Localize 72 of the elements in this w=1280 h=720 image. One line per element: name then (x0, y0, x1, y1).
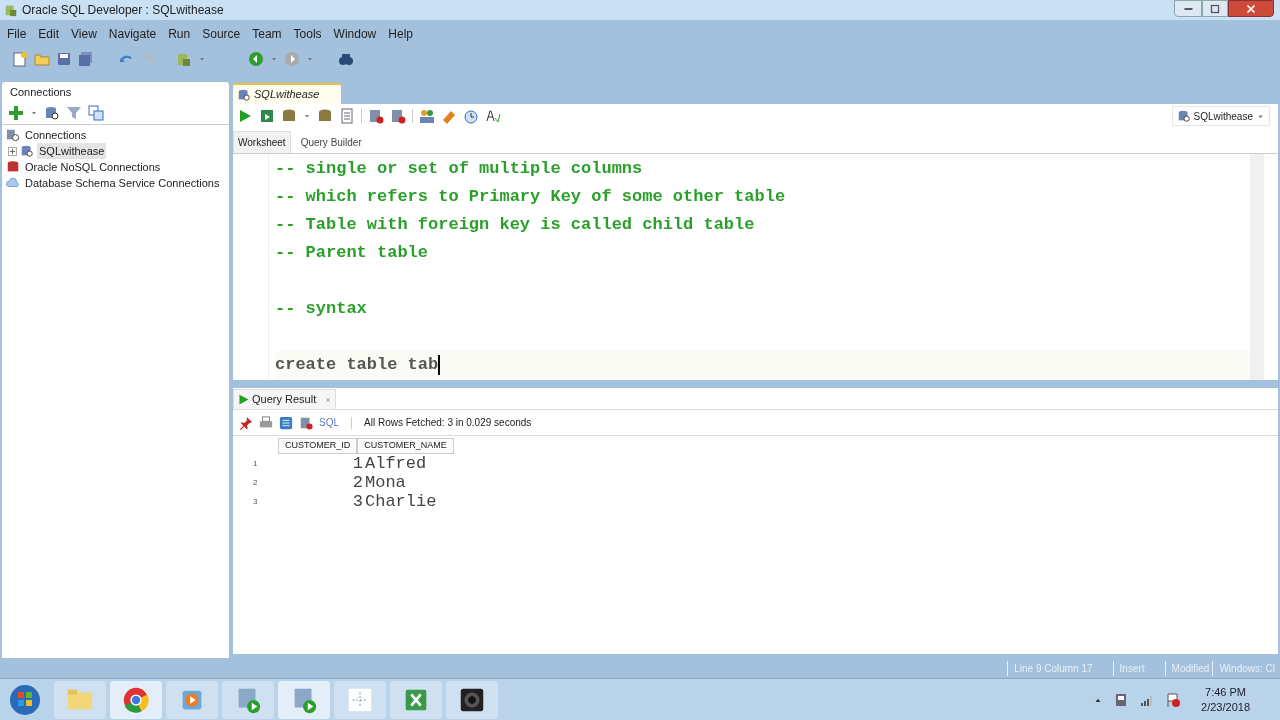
code-comment: -- Table with foreign key is called child table (275, 214, 755, 237)
status-message: All Rows Fetched: 3 in 0.029 seconds (364, 416, 532, 430)
close-button[interactable] (1228, 0, 1274, 17)
minimize-icon (1183, 7, 1193, 10)
panel-title: Connections (10, 84, 72, 100)
status-text: Line 9 Column 17 (1007, 660, 1113, 676)
menu-item[interactable]: Edit (37, 25, 61, 43)
menu-item[interactable]: File (6, 25, 28, 43)
tree-item[interactable]: SQLwithease (37, 142, 107, 160)
save-icon[interactable] (56, 51, 72, 67)
back-icon[interactable] (248, 51, 264, 67)
code-comment: -- single or set of multiple columns (275, 158, 643, 181)
font-icon[interactable] (485, 108, 501, 124)
binoculars-icon[interactable] (338, 51, 354, 67)
row-number: 1 (253, 457, 259, 470)
code-comment: -- which refers to Primary Key of some other table (275, 186, 786, 209)
maximize-button[interactable] (1202, 0, 1228, 17)
clock-date: 2/23/2018 (1201, 699, 1250, 715)
clock-time: 7:46 PM (1205, 684, 1246, 700)
copy-icon[interactable] (88, 105, 104, 121)
flag-icon[interactable] (1165, 691, 1182, 708)
cloud-icon (6, 176, 20, 190)
status-text: Insert (1112, 660, 1165, 676)
status-text: Modified (1164, 660, 1213, 676)
run-icon[interactable] (237, 108, 253, 124)
pin-icon[interactable] (239, 415, 253, 430)
connection-dropdown[interactable]: SQLwithease (1171, 106, 1270, 126)
column-header[interactable]: CUSTOMER_NAME (357, 438, 454, 454)
menu-item[interactable]: Tools (292, 25, 323, 43)
window-title: Oracle SQL Developer : SQLwithease (22, 2, 224, 19)
export-icon[interactable] (279, 415, 293, 430)
forward-icon[interactable] (284, 51, 300, 67)
menu-item[interactable]: Source (201, 25, 242, 43)
tree-item[interactable]: Oracle NoSQL Connections (23, 158, 163, 176)
caret-icon[interactable] (30, 109, 38, 117)
result-tab[interactable]: Query Result (233, 389, 337, 409)
menu-item[interactable]: Window (332, 25, 378, 43)
save-all-icon[interactable] (78, 51, 94, 67)
code-comment: -- Parent table (275, 242, 429, 265)
code-comment: -- syntax (275, 298, 367, 321)
script-icon[interactable] (259, 108, 275, 124)
menu-item[interactable]: View (70, 25, 98, 43)
worksheet-tab[interactable]: Worksheet (233, 131, 291, 153)
worksheet-tab[interactable]: Query Builder (296, 131, 366, 153)
people-icon[interactable] (419, 108, 435, 124)
menu-item[interactable]: Team (251, 25, 283, 43)
menu-item[interactable]: Help (387, 25, 414, 43)
tree-item[interactable]: Connections (23, 126, 89, 144)
row-number: 3 (253, 495, 259, 508)
document-icon[interactable] (339, 108, 355, 124)
menu-item[interactable]: Run (167, 25, 192, 43)
close-icon[interactable] (324, 395, 333, 404)
new-file-icon[interactable] (12, 51, 28, 67)
clock-icon[interactable] (463, 108, 479, 124)
caret-icon[interactable] (303, 112, 311, 120)
add-icon[interactable] (8, 105, 24, 121)
filter-icon[interactable] (66, 105, 82, 121)
minimize-button[interactable] (1174, 0, 1202, 17)
printer-icon[interactable] (259, 415, 273, 430)
tree-item[interactable]: Database Schema Service Connections (23, 174, 222, 192)
taskbar-button[interactable] (446, 680, 498, 719)
column-header[interactable]: CUSTOMER_ID (278, 438, 358, 454)
row-number: 2 (253, 476, 259, 489)
code-line: create table tab (275, 354, 439, 377)
app-icon (4, 3, 18, 17)
run-icon (237, 393, 250, 406)
menu-item[interactable]: Navigate (107, 25, 158, 43)
expand-toggle[interactable] (8, 146, 17, 156)
eraser-icon[interactable] (441, 108, 457, 124)
editor-tab[interactable]: SQLwithease (233, 83, 342, 104)
status-text: Windows: Cl (1212, 660, 1278, 676)
sql-link[interactable]: SQL (319, 415, 339, 430)
